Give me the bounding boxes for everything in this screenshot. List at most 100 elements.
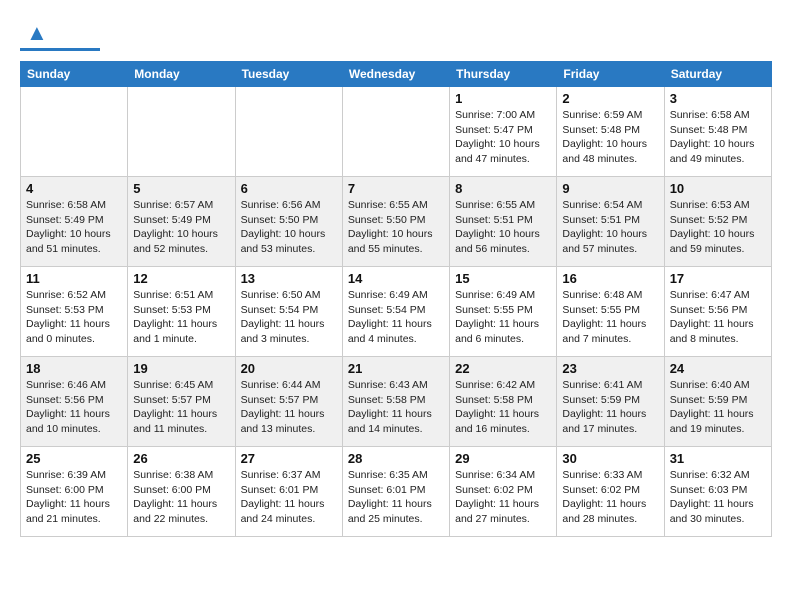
day-cell: 1Sunrise: 7:00 AM Sunset: 5:47 PM Daylig… (450, 87, 557, 177)
day-number: 21 (348, 361, 444, 376)
day-info: Sunrise: 6:41 AM Sunset: 5:59 PM Dayligh… (562, 378, 658, 437)
day-info: Sunrise: 6:52 AM Sunset: 5:53 PM Dayligh… (26, 288, 122, 347)
day-info: Sunrise: 6:40 AM Sunset: 5:59 PM Dayligh… (670, 378, 766, 437)
day-cell (342, 87, 449, 177)
day-number: 12 (133, 271, 229, 286)
day-cell: 21 Sunrise: 6:43 AM Sunset: 5:58 PM Dayli… (342, 357, 449, 447)
day-number: 27 (241, 451, 337, 466)
day-cell: 14 Sunrise: 6:49 AM Sunset: 5:54 PM Dayli… (342, 267, 449, 357)
calendar-table: SundayMondayTuesdayWednesdayThursdayFrid… (20, 61, 772, 537)
day-number: 5 (133, 181, 229, 196)
day-number: 18 (26, 361, 122, 376)
header-friday: Friday (557, 62, 664, 87)
day-info: Sunrise: 6:42 AM Sunset: 5:58 PM Dayligh… (455, 378, 551, 437)
day-info: Sunrise: 6:54 AM Sunset: 5:51 PM Dayligh… (562, 198, 658, 257)
day-info: Sunrise: 6:49 AM Sunset: 5:55 PM Dayligh… (455, 288, 551, 347)
day-cell: 11 Sunrise: 6:52 AM Sunset: 5:53 PM Dayli… (21, 267, 128, 357)
day-number: 6 (241, 181, 337, 196)
day-info: Sunrise: 6:59 AM Sunset: 5:48 PM Dayligh… (562, 108, 658, 167)
day-info: Sunrise: 6:44 AM Sunset: 5:57 PM Dayligh… (241, 378, 337, 437)
day-number: 8 (455, 181, 551, 196)
day-number: 30 (562, 451, 658, 466)
day-cell: 6 Sunrise: 6:56 AM Sunset: 5:50 PM Daylig… (235, 177, 342, 267)
day-cell: 12 Sunrise: 6:51 AM Sunset: 5:53 PM Dayli… (128, 267, 235, 357)
logo: ▲ (20, 20, 100, 51)
day-number: 7 (348, 181, 444, 196)
day-number: 26 (133, 451, 229, 466)
day-info: Sunrise: 6:43 AM Sunset: 5:58 PM Dayligh… (348, 378, 444, 437)
header-tuesday: Tuesday (235, 62, 342, 87)
day-cell (235, 87, 342, 177)
day-number: 15 (455, 271, 551, 286)
header-saturday: Saturday (664, 62, 771, 87)
day-cell: 17Sunrise: 6:47 AM Sunset: 5:56 PM Dayli… (664, 267, 771, 357)
day-cell: 24 Sunrise: 6:40 AM Sunset: 5:59 PM Dayli… (664, 357, 771, 447)
day-number: 31 (670, 451, 766, 466)
day-cell: 22 Sunrise: 6:42 AM Sunset: 5:58 PM Dayli… (450, 357, 557, 447)
day-info: Sunrise: 6:58 AM Sunset: 5:49 PM Dayligh… (26, 198, 122, 257)
day-info: Sunrise: 6:49 AM Sunset: 5:54 PM Dayligh… (348, 288, 444, 347)
day-cell: 23 Sunrise: 6:41 AM Sunset: 5:59 PM Dayli… (557, 357, 664, 447)
day-cell: 31 Sunrise: 6:32 AM Sunset: 6:03 PM Dayli… (664, 447, 771, 537)
day-info: Sunrise: 6:51 AM Sunset: 5:53 PM Dayligh… (133, 288, 229, 347)
day-cell: 4 Sunrise: 6:58 AM Sunset: 5:49 PM Daylig… (21, 177, 128, 267)
logo-underline (20, 48, 100, 51)
day-info: Sunrise: 6:57 AM Sunset: 5:49 PM Dayligh… (133, 198, 229, 257)
day-cell: 26 Sunrise: 6:38 AM Sunset: 6:00 PM Dayli… (128, 447, 235, 537)
day-info: Sunrise: 6:46 AM Sunset: 5:56 PM Dayligh… (26, 378, 122, 437)
day-number: 17 (670, 271, 766, 286)
day-number: 20 (241, 361, 337, 376)
day-info: Sunrise: 6:56 AM Sunset: 5:50 PM Dayligh… (241, 198, 337, 257)
day-number: 22 (455, 361, 551, 376)
day-info: Sunrise: 6:33 AM Sunset: 6:02 PM Dayligh… (562, 468, 658, 527)
day-number: 10 (670, 181, 766, 196)
day-cell: 3Sunrise: 6:58 AM Sunset: 5:48 PM Daylig… (664, 87, 771, 177)
week-row-2: 4 Sunrise: 6:58 AM Sunset: 5:49 PM Daylig… (21, 177, 772, 267)
day-info: Sunrise: 6:34 AM Sunset: 6:02 PM Dayligh… (455, 468, 551, 527)
day-cell: 18 Sunrise: 6:46 AM Sunset: 5:56 PM Dayli… (21, 357, 128, 447)
day-number: 25 (26, 451, 122, 466)
day-info: Sunrise: 6:38 AM Sunset: 6:00 PM Dayligh… (133, 468, 229, 527)
week-row-3: 11 Sunrise: 6:52 AM Sunset: 5:53 PM Dayli… (21, 267, 772, 357)
header-wednesday: Wednesday (342, 62, 449, 87)
day-info: Sunrise: 6:50 AM Sunset: 5:54 PM Dayligh… (241, 288, 337, 347)
day-number: 23 (562, 361, 658, 376)
day-cell: 9Sunrise: 6:54 AM Sunset: 5:51 PM Daylig… (557, 177, 664, 267)
page-header: ▲ (20, 20, 772, 51)
day-number: 1 (455, 91, 551, 106)
day-cell: 28 Sunrise: 6:35 AM Sunset: 6:01 PM Dayli… (342, 447, 449, 537)
day-number: 13 (241, 271, 337, 286)
day-cell: 15 Sunrise: 6:49 AM Sunset: 5:55 PM Dayli… (450, 267, 557, 357)
week-row-5: 25Sunrise: 6:39 AM Sunset: 6:00 PM Dayli… (21, 447, 772, 537)
day-cell: 20 Sunrise: 6:44 AM Sunset: 5:57 PM Dayli… (235, 357, 342, 447)
day-info: Sunrise: 6:35 AM Sunset: 6:01 PM Dayligh… (348, 468, 444, 527)
day-number: 14 (348, 271, 444, 286)
day-number: 24 (670, 361, 766, 376)
day-cell: 27 Sunrise: 6:37 AM Sunset: 6:01 PM Dayli… (235, 447, 342, 537)
week-row-4: 18 Sunrise: 6:46 AM Sunset: 5:56 PM Dayli… (21, 357, 772, 447)
day-cell: 5 Sunrise: 6:57 AM Sunset: 5:49 PM Daylig… (128, 177, 235, 267)
day-cell: 16Sunrise: 6:48 AM Sunset: 5:55 PM Dayli… (557, 267, 664, 357)
day-cell: 29 Sunrise: 6:34 AM Sunset: 6:02 PM Dayli… (450, 447, 557, 537)
day-number: 3 (670, 91, 766, 106)
day-number: 16 (562, 271, 658, 286)
day-cell: 2 Sunrise: 6:59 AM Sunset: 5:48 PM Daylig… (557, 87, 664, 177)
day-number: 29 (455, 451, 551, 466)
day-number: 19 (133, 361, 229, 376)
day-cell: 13 Sunrise: 6:50 AM Sunset: 5:54 PM Dayli… (235, 267, 342, 357)
day-info: Sunrise: 6:32 AM Sunset: 6:03 PM Dayligh… (670, 468, 766, 527)
day-info: Sunrise: 6:37 AM Sunset: 6:01 PM Dayligh… (241, 468, 337, 527)
day-cell (21, 87, 128, 177)
day-cell: 25Sunrise: 6:39 AM Sunset: 6:00 PM Dayli… (21, 447, 128, 537)
day-number: 4 (26, 181, 122, 196)
day-cell (128, 87, 235, 177)
header-thursday: Thursday (450, 62, 557, 87)
logo-bird-icon: ▲ (26, 20, 48, 46)
day-cell: 8 Sunrise: 6:55 AM Sunset: 5:51 PM Daylig… (450, 177, 557, 267)
day-number: 28 (348, 451, 444, 466)
day-info: Sunrise: 6:55 AM Sunset: 5:51 PM Dayligh… (455, 198, 551, 257)
day-number: 11 (26, 271, 122, 286)
day-cell: 10Sunrise: 6:53 AM Sunset: 5:52 PM Dayli… (664, 177, 771, 267)
header-row: SundayMondayTuesdayWednesdayThursdayFrid… (21, 62, 772, 87)
day-number: 2 (562, 91, 658, 106)
